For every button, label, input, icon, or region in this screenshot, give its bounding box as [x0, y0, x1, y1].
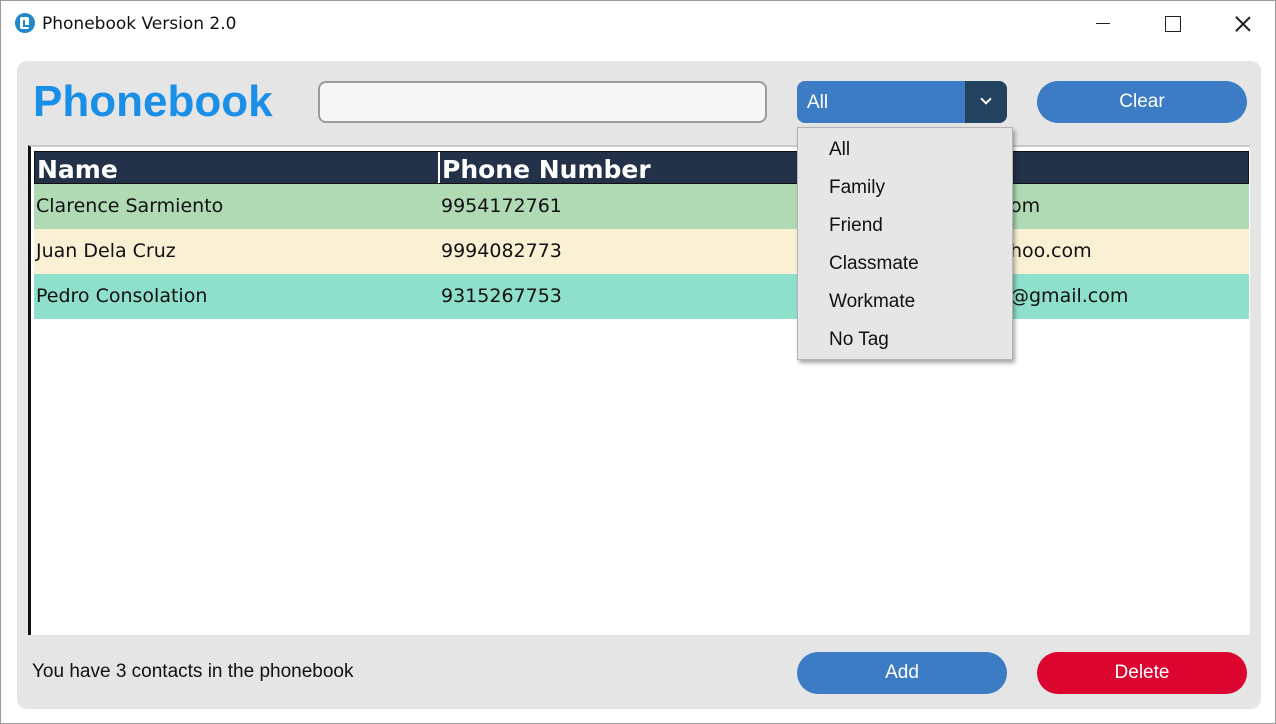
maximize-icon[interactable]	[1137, 1, 1207, 46]
column-header-name[interactable]: Name	[37, 155, 118, 184]
contacts-table: Name Phone Number Clarence Sarmiento 995…	[28, 145, 1250, 635]
cell-email: om	[1010, 195, 1041, 217]
clear-button[interactable]: Clear	[1037, 81, 1247, 123]
cell-name: Pedro Consolation	[36, 285, 208, 307]
close-icon[interactable]	[1207, 1, 1276, 46]
table-row[interactable]: Pedro Consolation 9315267753 @gmail.com	[34, 274, 1249, 319]
cell-phone: 9994082773	[441, 240, 562, 262]
phonebook-app-icon	[15, 13, 35, 33]
tag-filter-select[interactable]: All	[797, 81, 1007, 123]
table-header: Name Phone Number	[34, 151, 1249, 184]
dropdown-option-friend[interactable]: Friend	[829, 215, 883, 237]
dropdown-option-workmate[interactable]: Workmate	[829, 291, 915, 313]
column-divider[interactable]	[438, 152, 440, 183]
dropdown-option-all[interactable]: All	[829, 139, 850, 161]
column-header-phone[interactable]: Phone Number	[442, 155, 651, 184]
dropdown-option-no-tag[interactable]: No Tag	[829, 329, 889, 351]
cell-name: Clarence Sarmiento	[36, 195, 224, 217]
add-contact-button[interactable]: Add	[797, 652, 1007, 694]
search-input[interactable]	[318, 81, 767, 123]
contact-count-status: You have 3 contacts in the phonebook	[32, 661, 354, 682]
dropdown-option-family[interactable]: Family	[829, 177, 885, 199]
tag-filter-dropdown: All Family Friend Classmate Workmate No …	[797, 127, 1013, 360]
cell-phone: 9315267753	[441, 285, 562, 307]
delete-contact-button[interactable]: Delete	[1037, 652, 1247, 694]
title-bar[interactable]: Phonebook Version 2.0	[1, 1, 1275, 46]
window-title: Phonebook Version 2.0	[42, 14, 237, 34]
chevron-down-icon[interactable]	[965, 81, 1007, 123]
filter-selected-value: All	[807, 92, 829, 113]
table-row[interactable]: Clarence Sarmiento 9954172761 om	[34, 184, 1249, 229]
dropdown-option-classmate[interactable]: Classmate	[829, 253, 919, 275]
cell-phone: 9954172761	[441, 195, 562, 217]
app-window: Phonebook Version 2.0 Phonebook All Clea…	[0, 0, 1276, 724]
minimize-icon[interactable]	[1067, 1, 1137, 46]
cell-name: Juan Dela Cruz	[36, 240, 176, 262]
table-row[interactable]: Juan Dela Cruz 9994082773 hoo.com	[34, 229, 1249, 274]
cell-email: @gmail.com	[1010, 285, 1129, 307]
cell-email: hoo.com	[1010, 240, 1092, 262]
page-title: Phonebook	[33, 77, 273, 126]
